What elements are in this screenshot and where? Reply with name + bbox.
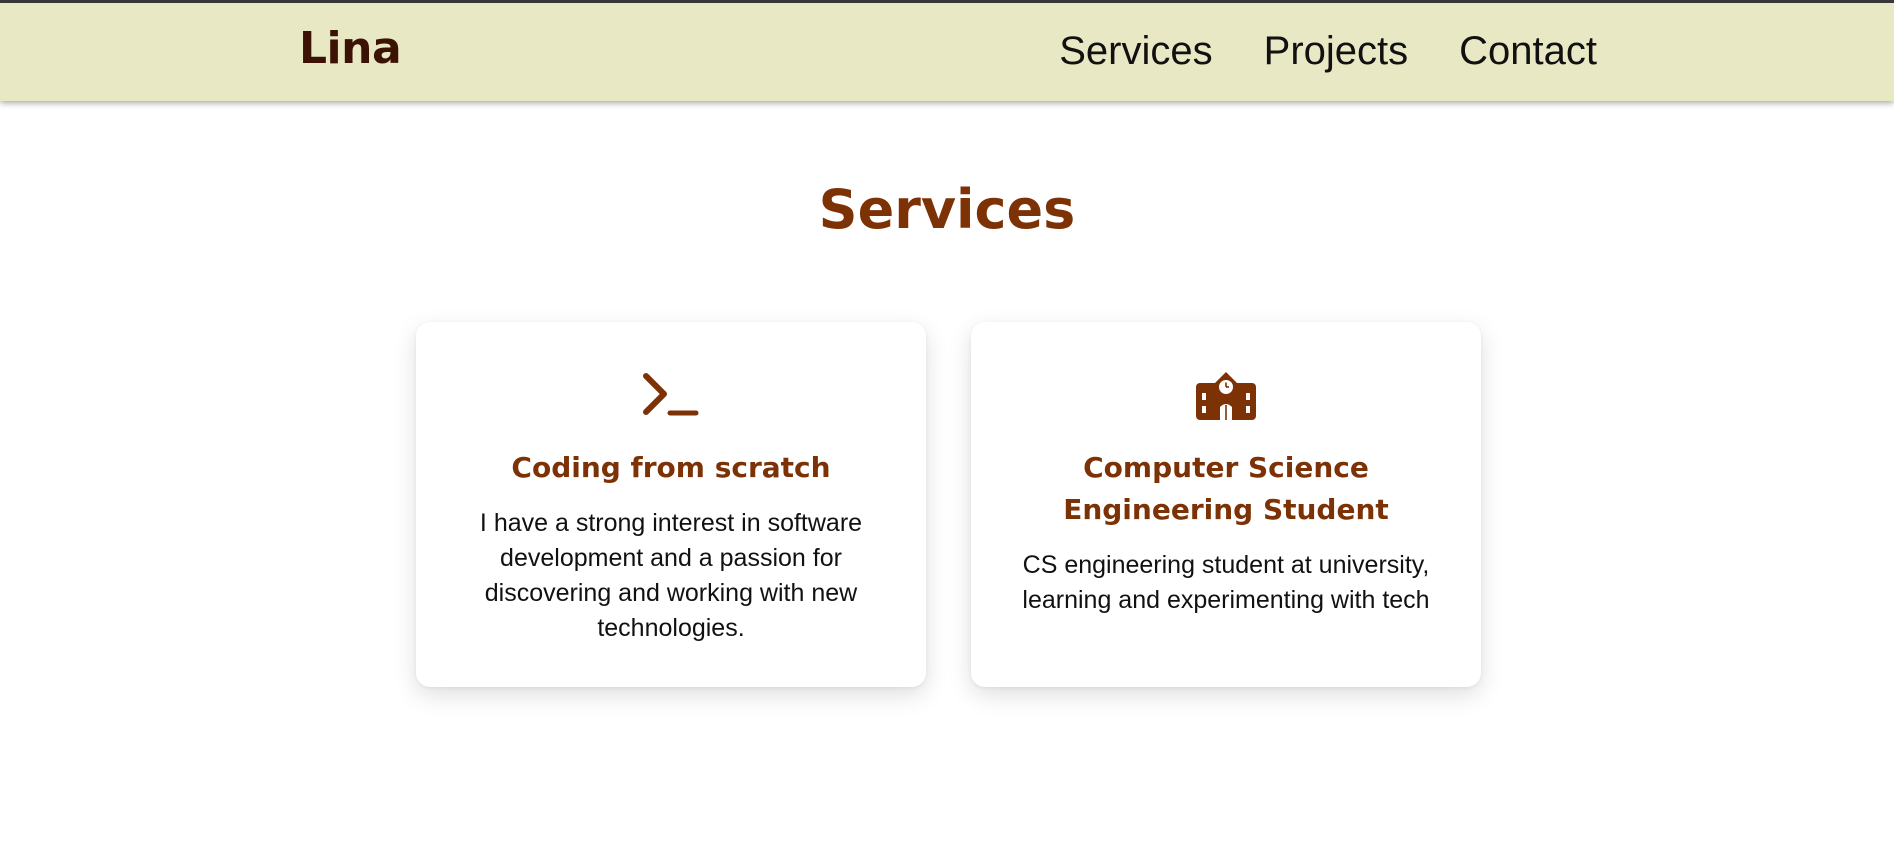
card-description: I have a strong interest in software dev…	[479, 509, 863, 642]
navbar: Lina Services Projects Contact	[0, 3, 1894, 101]
section-title: Services	[818, 178, 1076, 241]
service-card-coding: Coding from scratch I have a strong inte…	[416, 322, 926, 687]
nav-link-contact[interactable]: Contact	[1459, 29, 1597, 74]
card-description: CS engineering student at university, le…	[1022, 551, 1430, 614]
card-title: Coding from scratch	[511, 451, 831, 484]
nav-link-services[interactable]: Services	[1059, 29, 1212, 74]
card-title: Computer Science Engineering Student	[1063, 451, 1389, 526]
nav-menu: Services Projects Contact	[1059, 29, 1597, 74]
terminal-prompt-icon	[416, 370, 926, 420]
logo[interactable]: Lina	[299, 23, 402, 74]
school-building-icon	[971, 370, 1481, 420]
nav-link-projects[interactable]: Projects	[1264, 29, 1409, 74]
service-card-student: Computer Science Engineering Student CS …	[971, 322, 1481, 687]
